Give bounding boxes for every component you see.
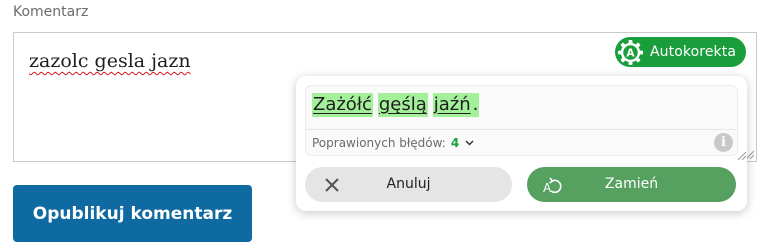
svg-text:A: A bbox=[626, 47, 635, 59]
resize-grip-icon[interactable] bbox=[736, 150, 746, 160]
trailing-punctuation: . bbox=[471, 93, 480, 117]
corrected-word[interactable]: Zażółć bbox=[312, 93, 373, 117]
close-icon bbox=[325, 178, 339, 192]
stats-label: Poprawionych błędów: bbox=[312, 136, 446, 150]
autocorrect-badge[interactable]: A Autokorekta bbox=[615, 37, 746, 67]
corrected-text: Zażółć gęślą jaźń . bbox=[312, 92, 480, 118]
corrected-word[interactable]: jaźń bbox=[432, 93, 472, 117]
corrected-word[interactable]: gęślą bbox=[377, 93, 428, 117]
comment-label: Komentarz bbox=[13, 4, 89, 20]
replace-icon: A bbox=[543, 177, 562, 195]
divider bbox=[306, 129, 737, 130]
corrections-stats[interactable]: Poprawionych błędów: 4 bbox=[312, 136, 474, 150]
publish-comment-button[interactable]: Opublikuj komentarz bbox=[13, 185, 252, 242]
suggestion-box: Zażółć gęślą jaźń . Poprawionych błędów:… bbox=[305, 85, 746, 160]
autocorrect-badge-label: Autokorekta bbox=[650, 44, 737, 60]
replace-button[interactable]: A Zamień bbox=[527, 167, 736, 202]
stats-count: 4 bbox=[450, 136, 460, 150]
cancel-button[interactable]: Anuluj bbox=[305, 167, 512, 202]
info-icon[interactable]: i bbox=[714, 133, 733, 152]
gear-a-icon: A bbox=[617, 39, 644, 65]
comment-text[interactable]: zazolc gesla jazn bbox=[29, 50, 191, 72]
chevron-down-icon[interactable] bbox=[465, 140, 474, 146]
autocorrect-popup: Zażółć gęślą jaźń . Poprawionych błędów:… bbox=[296, 76, 747, 211]
